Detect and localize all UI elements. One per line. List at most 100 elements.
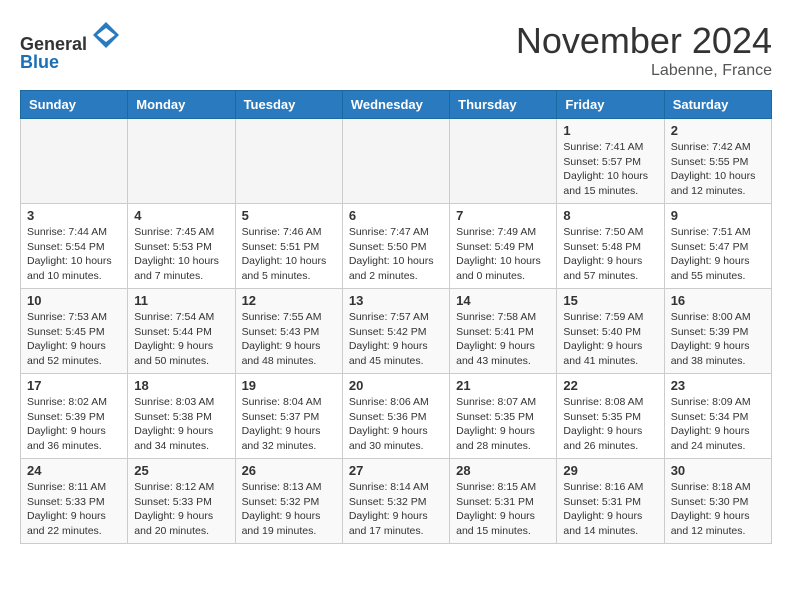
calendar-cell [235,119,342,204]
day-info: Sunrise: 7:45 AM Sunset: 5:53 PM Dayligh… [134,225,228,284]
day-number: 16 [671,293,765,308]
calendar-header: SundayMondayTuesdayWednesdayThursdayFrid… [21,91,772,119]
calendar-cell: 5Sunrise: 7:46 AM Sunset: 5:51 PM Daylig… [235,204,342,289]
day-info: Sunrise: 8:15 AM Sunset: 5:31 PM Dayligh… [456,480,550,539]
weekday-header: Monday [128,91,235,119]
calendar-cell: 23 Sunrise: 8:09 AM Sunset: 5:34 PM Dayli… [664,374,771,459]
calendar-cell [21,119,128,204]
day-number: 17 [27,378,121,393]
calendar-cell: 28 Sunrise: 8:15 AM Sunset: 5:31 PM Dayli… [450,459,557,544]
calendar-week-row: 10 Sunrise: 7:53 AM Sunset: 5:45 PM Dayli… [21,289,772,374]
day-number: 15 [563,293,657,308]
day-number: 18 [134,378,228,393]
day-number: 3 [27,208,121,223]
calendar-cell: 16 Sunrise: 8:00 AM Sunset: 5:39 PM Dayli… [664,289,771,374]
day-number: 4 [134,208,228,223]
day-number: 27 [349,463,443,478]
calendar-week-row: 1 Sunrise: 7:41 AM Sunset: 5:57 PM Daylig… [21,119,772,204]
day-number: 11 [134,293,228,308]
calendar-cell [342,119,449,204]
calendar-cell: 14 Sunrise: 7:58 AM Sunset: 5:41 PM Dayli… [450,289,557,374]
day-info: Sunrise: 7:44 AM Sunset: 5:54 PM Dayligh… [27,225,121,284]
day-number: 13 [349,293,443,308]
calendar-cell: 27 Sunrise: 8:14 AM Sunset: 5:32 PM Dayli… [342,459,449,544]
location: Labenne, France [516,62,772,80]
day-number: 25 [134,463,228,478]
weekday-header: Wednesday [342,91,449,119]
calendar-table: SundayMondayTuesdayWednesdayThursdayFrid… [20,90,772,544]
calendar-cell: 1 Sunrise: 7:41 AM Sunset: 5:57 PM Daylig… [557,119,664,204]
calendar-week-row: 3 Sunrise: 7:44 AM Sunset: 5:54 PM Daylig… [21,204,772,289]
logo-blue: Blue [20,52,59,72]
logo: General Blue [20,20,121,73]
day-number: 8 [563,208,657,223]
day-number: 24 [27,463,121,478]
calendar-cell: 30 Sunrise: 8:18 AM Sunset: 5:30 PM Dayli… [664,459,771,544]
day-info: Sunrise: 7:47 AM Sunset: 5:50 PM Dayligh… [349,225,443,284]
day-info: Sunrise: 8:09 AM Sunset: 5:34 PM Dayligh… [671,395,765,454]
calendar-cell: 29Sunrise: 8:16 AM Sunset: 5:31 PM Dayli… [557,459,664,544]
calendar-cell [128,119,235,204]
calendar-cell [450,119,557,204]
day-info: Sunrise: 7:50 AM Sunset: 5:48 PM Dayligh… [563,225,657,284]
day-number: 28 [456,463,550,478]
day-info: Sunrise: 7:55 AM Sunset: 5:43 PM Dayligh… [242,310,336,369]
day-info: Sunrise: 8:12 AM Sunset: 5:33 PM Dayligh… [134,480,228,539]
calendar-cell: 25 Sunrise: 8:12 AM Sunset: 5:33 PM Dayli… [128,459,235,544]
calendar-cell: 18 Sunrise: 8:03 AM Sunset: 5:38 PM Dayli… [128,374,235,459]
day-info: Sunrise: 7:41 AM Sunset: 5:57 PM Dayligh… [563,140,657,199]
day-number: 14 [456,293,550,308]
month-title: November 2024 [516,20,772,62]
day-info: Sunrise: 8:00 AM Sunset: 5:39 PM Dayligh… [671,310,765,369]
day-number: 9 [671,208,765,223]
calendar-cell: 13 Sunrise: 7:57 AM Sunset: 5:42 PM Dayli… [342,289,449,374]
calendar-cell: 22 Sunrise: 8:08 AM Sunset: 5:35 PM Dayli… [557,374,664,459]
day-info: Sunrise: 8:04 AM Sunset: 5:37 PM Dayligh… [242,395,336,454]
day-number: 30 [671,463,765,478]
weekday-header: Saturday [664,91,771,119]
day-info: Sunrise: 8:14 AM Sunset: 5:32 PM Dayligh… [349,480,443,539]
day-info: Sunrise: 7:59 AM Sunset: 5:40 PM Dayligh… [563,310,657,369]
day-info: Sunrise: 8:16 AM Sunset: 5:31 PM Dayligh… [563,480,657,539]
logo-icon [91,20,121,50]
day-info: Sunrise: 8:06 AM Sunset: 5:36 PM Dayligh… [349,395,443,454]
day-info: Sunrise: 7:58 AM Sunset: 5:41 PM Dayligh… [456,310,550,369]
calendar-cell: 6 Sunrise: 7:47 AM Sunset: 5:50 PM Daylig… [342,204,449,289]
day-number: 1 [563,123,657,138]
day-number: 26 [242,463,336,478]
calendar-cell: 7Sunrise: 7:49 AM Sunset: 5:49 PM Daylig… [450,204,557,289]
day-number: 6 [349,208,443,223]
weekday-header: Sunday [21,91,128,119]
day-info: Sunrise: 8:03 AM Sunset: 5:38 PM Dayligh… [134,395,228,454]
day-info: Sunrise: 7:42 AM Sunset: 5:55 PM Dayligh… [671,140,765,199]
weekday-header: Thursday [450,91,557,119]
day-info: Sunrise: 8:07 AM Sunset: 5:35 PM Dayligh… [456,395,550,454]
calendar-cell: 17 Sunrise: 8:02 AM Sunset: 5:39 PM Dayli… [21,374,128,459]
header-row: SundayMondayTuesdayWednesdayThursdayFrid… [21,91,772,119]
day-info: Sunrise: 7:57 AM Sunset: 5:42 PM Dayligh… [349,310,443,369]
day-info: Sunrise: 8:18 AM Sunset: 5:30 PM Dayligh… [671,480,765,539]
day-info: Sunrise: 8:02 AM Sunset: 5:39 PM Dayligh… [27,395,121,454]
calendar-week-row: 17 Sunrise: 8:02 AM Sunset: 5:39 PM Dayli… [21,374,772,459]
calendar-cell: 2 Sunrise: 7:42 AM Sunset: 5:55 PM Daylig… [664,119,771,204]
day-number: 21 [456,378,550,393]
day-number: 23 [671,378,765,393]
day-number: 19 [242,378,336,393]
calendar-week-row: 24 Sunrise: 8:11 AM Sunset: 5:33 PM Dayli… [21,459,772,544]
calendar-cell: 21 Sunrise: 8:07 AM Sunset: 5:35 PM Dayli… [450,374,557,459]
day-info: Sunrise: 8:08 AM Sunset: 5:35 PM Dayligh… [563,395,657,454]
calendar-cell: 10 Sunrise: 7:53 AM Sunset: 5:45 PM Dayli… [21,289,128,374]
day-number: 22 [563,378,657,393]
day-info: Sunrise: 7:51 AM Sunset: 5:47 PM Dayligh… [671,225,765,284]
day-info: Sunrise: 7:53 AM Sunset: 5:45 PM Dayligh… [27,310,121,369]
day-number: 2 [671,123,765,138]
calendar-cell: 11Sunrise: 7:54 AM Sunset: 5:44 PM Dayli… [128,289,235,374]
calendar-cell: 15 Sunrise: 7:59 AM Sunset: 5:40 PM Dayli… [557,289,664,374]
calendar-cell: 8 Sunrise: 7:50 AM Sunset: 5:48 PM Daylig… [557,204,664,289]
day-info: Sunrise: 8:13 AM Sunset: 5:32 PM Dayligh… [242,480,336,539]
day-number: 10 [27,293,121,308]
day-info: Sunrise: 8:11 AM Sunset: 5:33 PM Dayligh… [27,480,121,539]
weekday-header: Friday [557,91,664,119]
calendar-cell: 24 Sunrise: 8:11 AM Sunset: 5:33 PM Dayli… [21,459,128,544]
calendar-cell: 4 Sunrise: 7:45 AM Sunset: 5:53 PM Daylig… [128,204,235,289]
